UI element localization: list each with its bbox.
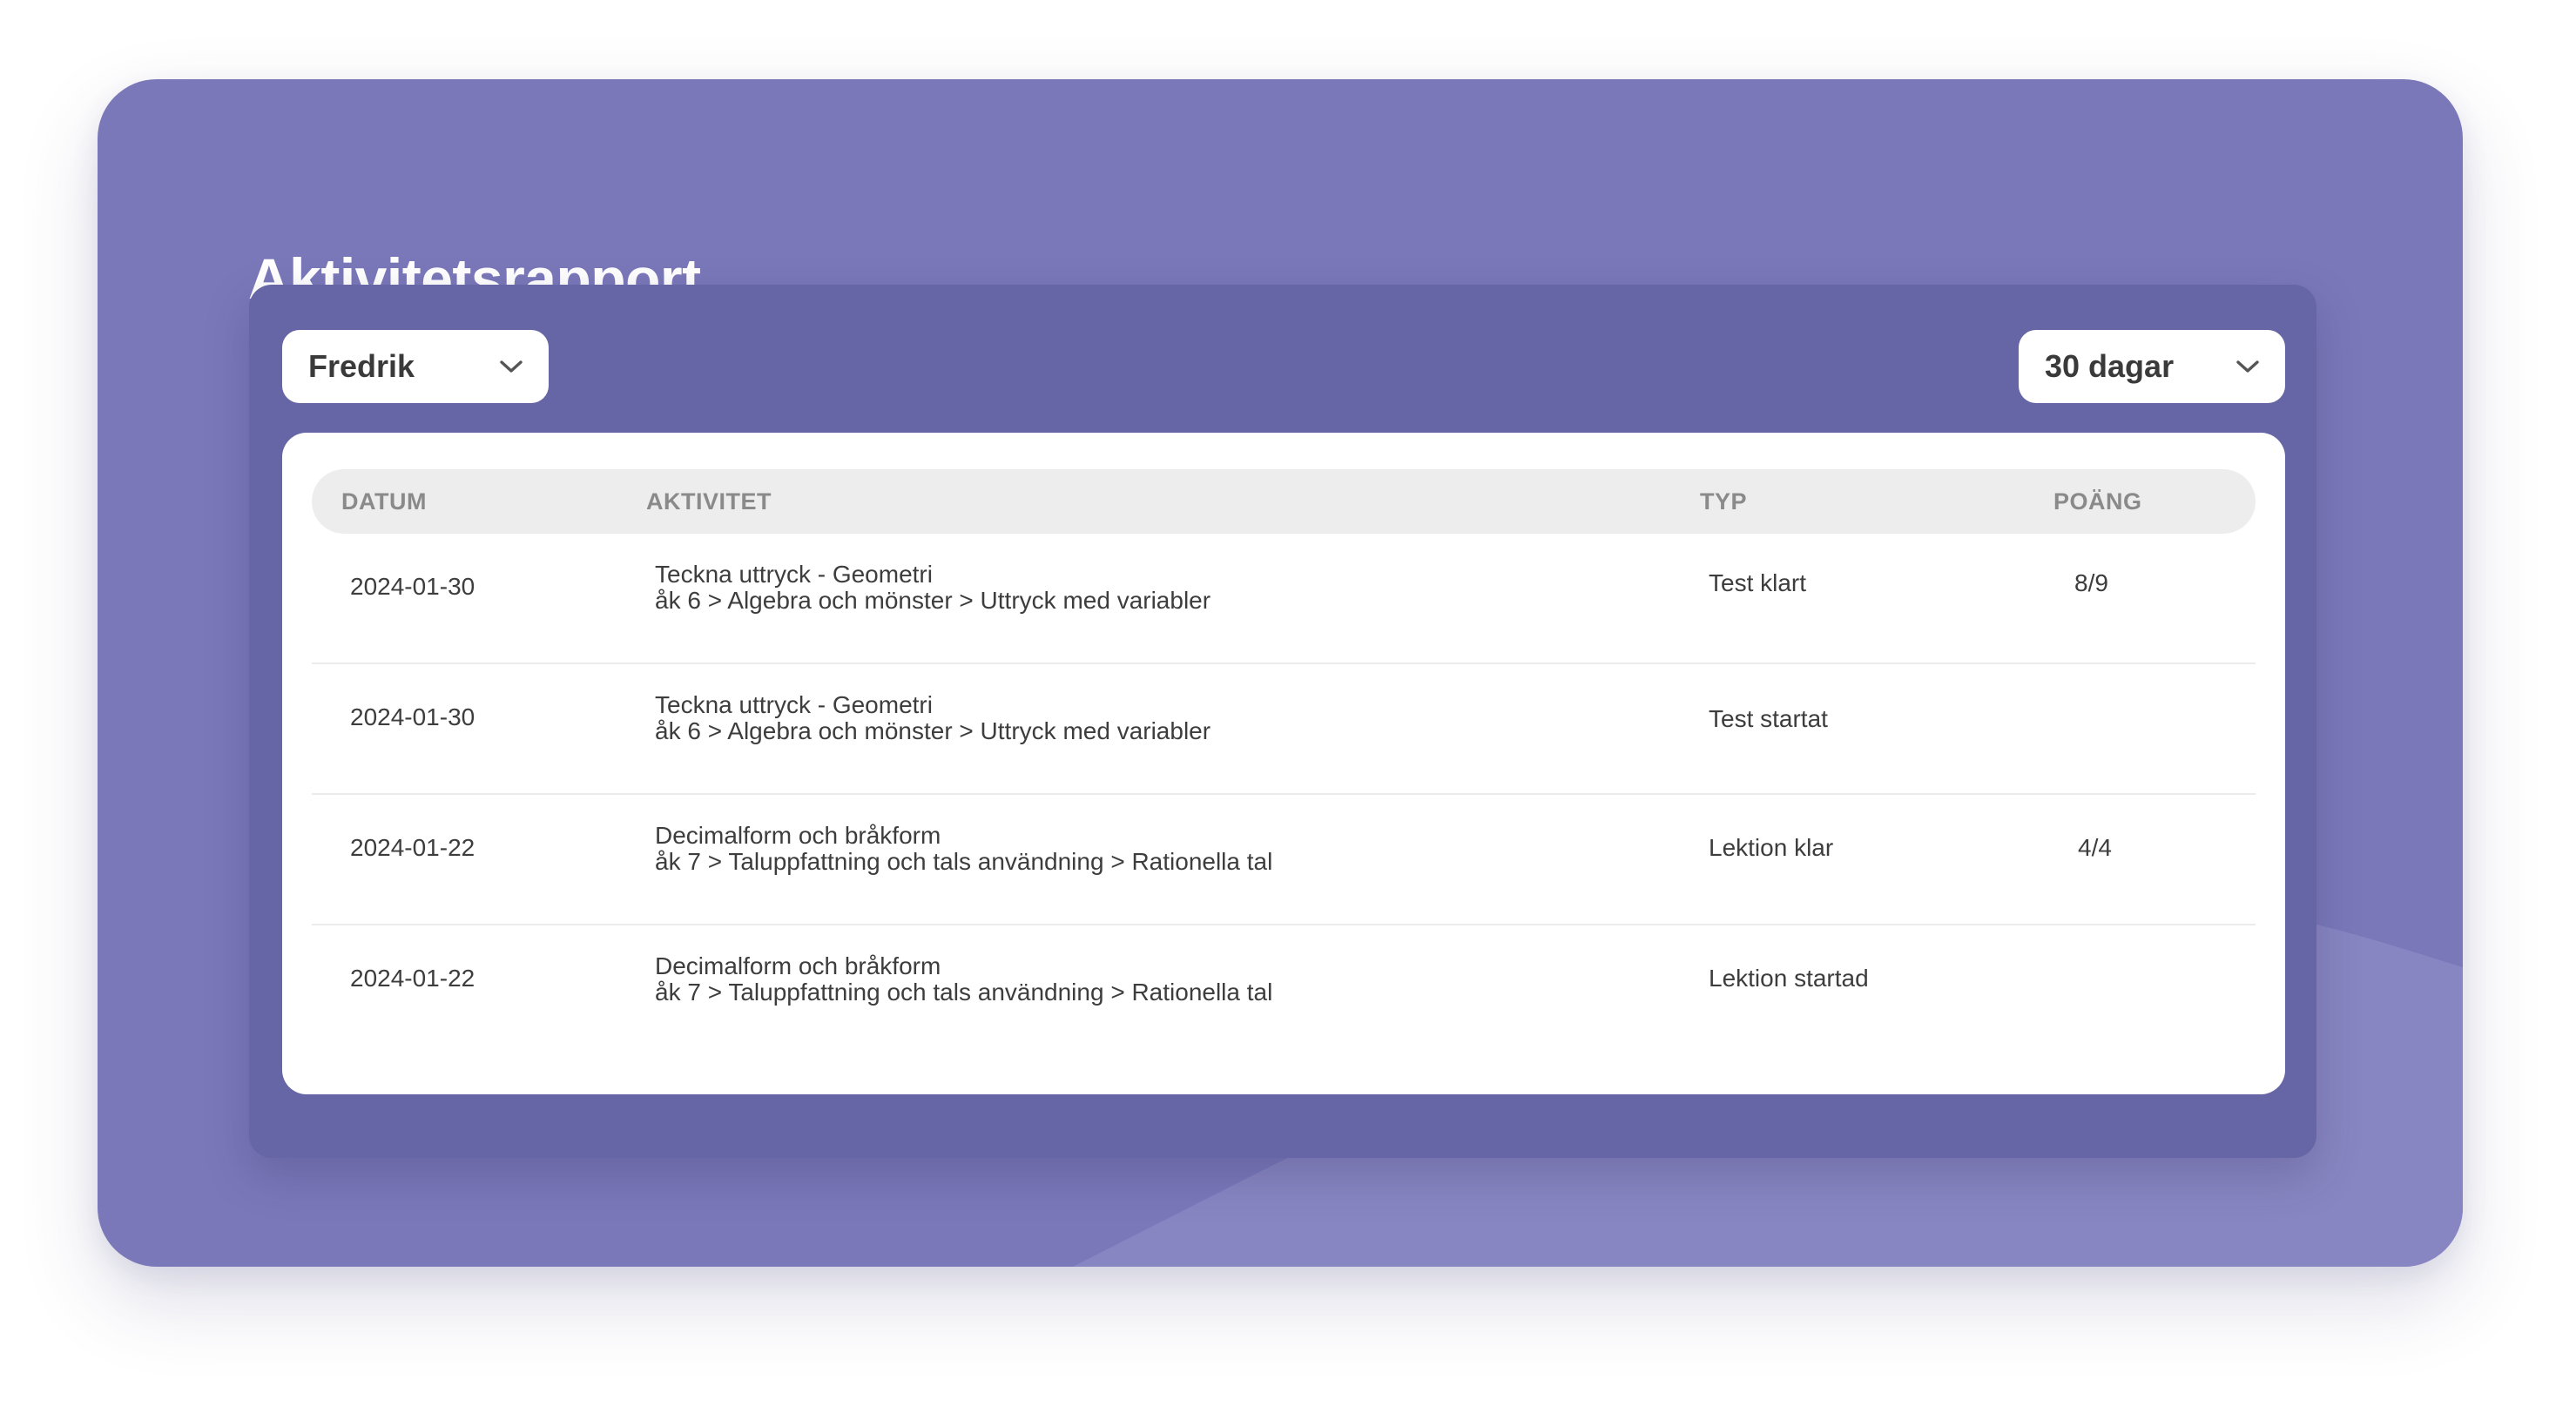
chevron-down-icon	[500, 360, 523, 373]
row-activity-path: åk 7 > Taluppfattning och tals användnin…	[655, 979, 1273, 1006]
row-activity-title: Teckna uttryck - Geometri	[655, 561, 933, 588]
report-panel: Fredrik 30 dagar DATUM AKTIVITET TYP POÄ…	[249, 285, 2316, 1158]
row-activity-title: Teckna uttryck - Geometri	[655, 691, 933, 718]
row-activity-path: åk 6 > Algebra och mönster > Uttryck med…	[655, 587, 1211, 614]
row-activity: Teckna uttryck - Geometri åk 6 > Algebra…	[655, 692, 1210, 744]
student-select-value: Fredrik	[308, 348, 415, 384]
table-row[interactable]: 2024-01-30 Teckna uttryck - Geometri åk …	[312, 534, 2256, 664]
row-date: 2024-01-30	[350, 573, 475, 600]
row-activity: Teckna uttryck - Geometri åk 6 > Algebra…	[655, 562, 1210, 614]
row-activity-path: åk 6 > Algebra och mönster > Uttryck med…	[655, 717, 1211, 744]
row-date: 2024-01-22	[350, 965, 475, 992]
row-activity-title: Decimalform och bråkform	[655, 822, 941, 849]
period-select[interactable]: 30 dagar	[2019, 330, 2285, 403]
row-date: 2024-01-30	[350, 703, 475, 730]
activity-table: DATUM AKTIVITET TYP POÄNG 2024-01-30 Tec…	[282, 433, 2285, 1094]
period-select-value: 30 dagar	[2045, 348, 2175, 384]
row-type: Lektion startad	[1709, 965, 1869, 992]
row-type: Test klart	[1709, 569, 1807, 596]
row-date: 2024-01-22	[350, 834, 475, 861]
row-activity-title: Decimalform och bråkform	[655, 952, 941, 979]
column-header-activity[interactable]: AKTIVITET	[646, 469, 772, 534]
row-activity: Decimalform och bråkform åk 7 > Taluppfa…	[655, 953, 1272, 1006]
table-row[interactable]: 2024-01-22 Decimalform och bråkform åk 7…	[312, 925, 2256, 1056]
chevron-down-icon	[2236, 360, 2259, 373]
row-points: 4/4	[2078, 834, 2112, 861]
column-header-type[interactable]: TYP	[1700, 469, 1747, 534]
column-header-points[interactable]: POÄNG	[2053, 469, 2142, 534]
row-activity: Decimalform och bråkform åk 7 > Taluppfa…	[655, 823, 1272, 875]
table-row[interactable]: 2024-01-22 Decimalform och bråkform åk 7…	[312, 795, 2256, 925]
table-header: DATUM AKTIVITET TYP POÄNG	[312, 469, 2256, 534]
report-card: Aktivitetsrapport Fredrik 30 dagar DATUM…	[98, 79, 2463, 1267]
student-select[interactable]: Fredrik	[282, 330, 549, 403]
row-points: 8/9	[2074, 569, 2108, 596]
table-row[interactable]: 2024-01-30 Teckna uttryck - Geometri åk …	[312, 664, 2256, 795]
row-type: Lektion klar	[1709, 834, 1834, 861]
row-type: Test startat	[1709, 705, 1828, 732]
row-activity-path: åk 7 > Taluppfattning och tals användnin…	[655, 848, 1273, 875]
column-header-date[interactable]: DATUM	[341, 469, 427, 534]
page: Aktivitetsrapport Fredrik 30 dagar DATUM…	[0, 0, 2576, 1406]
